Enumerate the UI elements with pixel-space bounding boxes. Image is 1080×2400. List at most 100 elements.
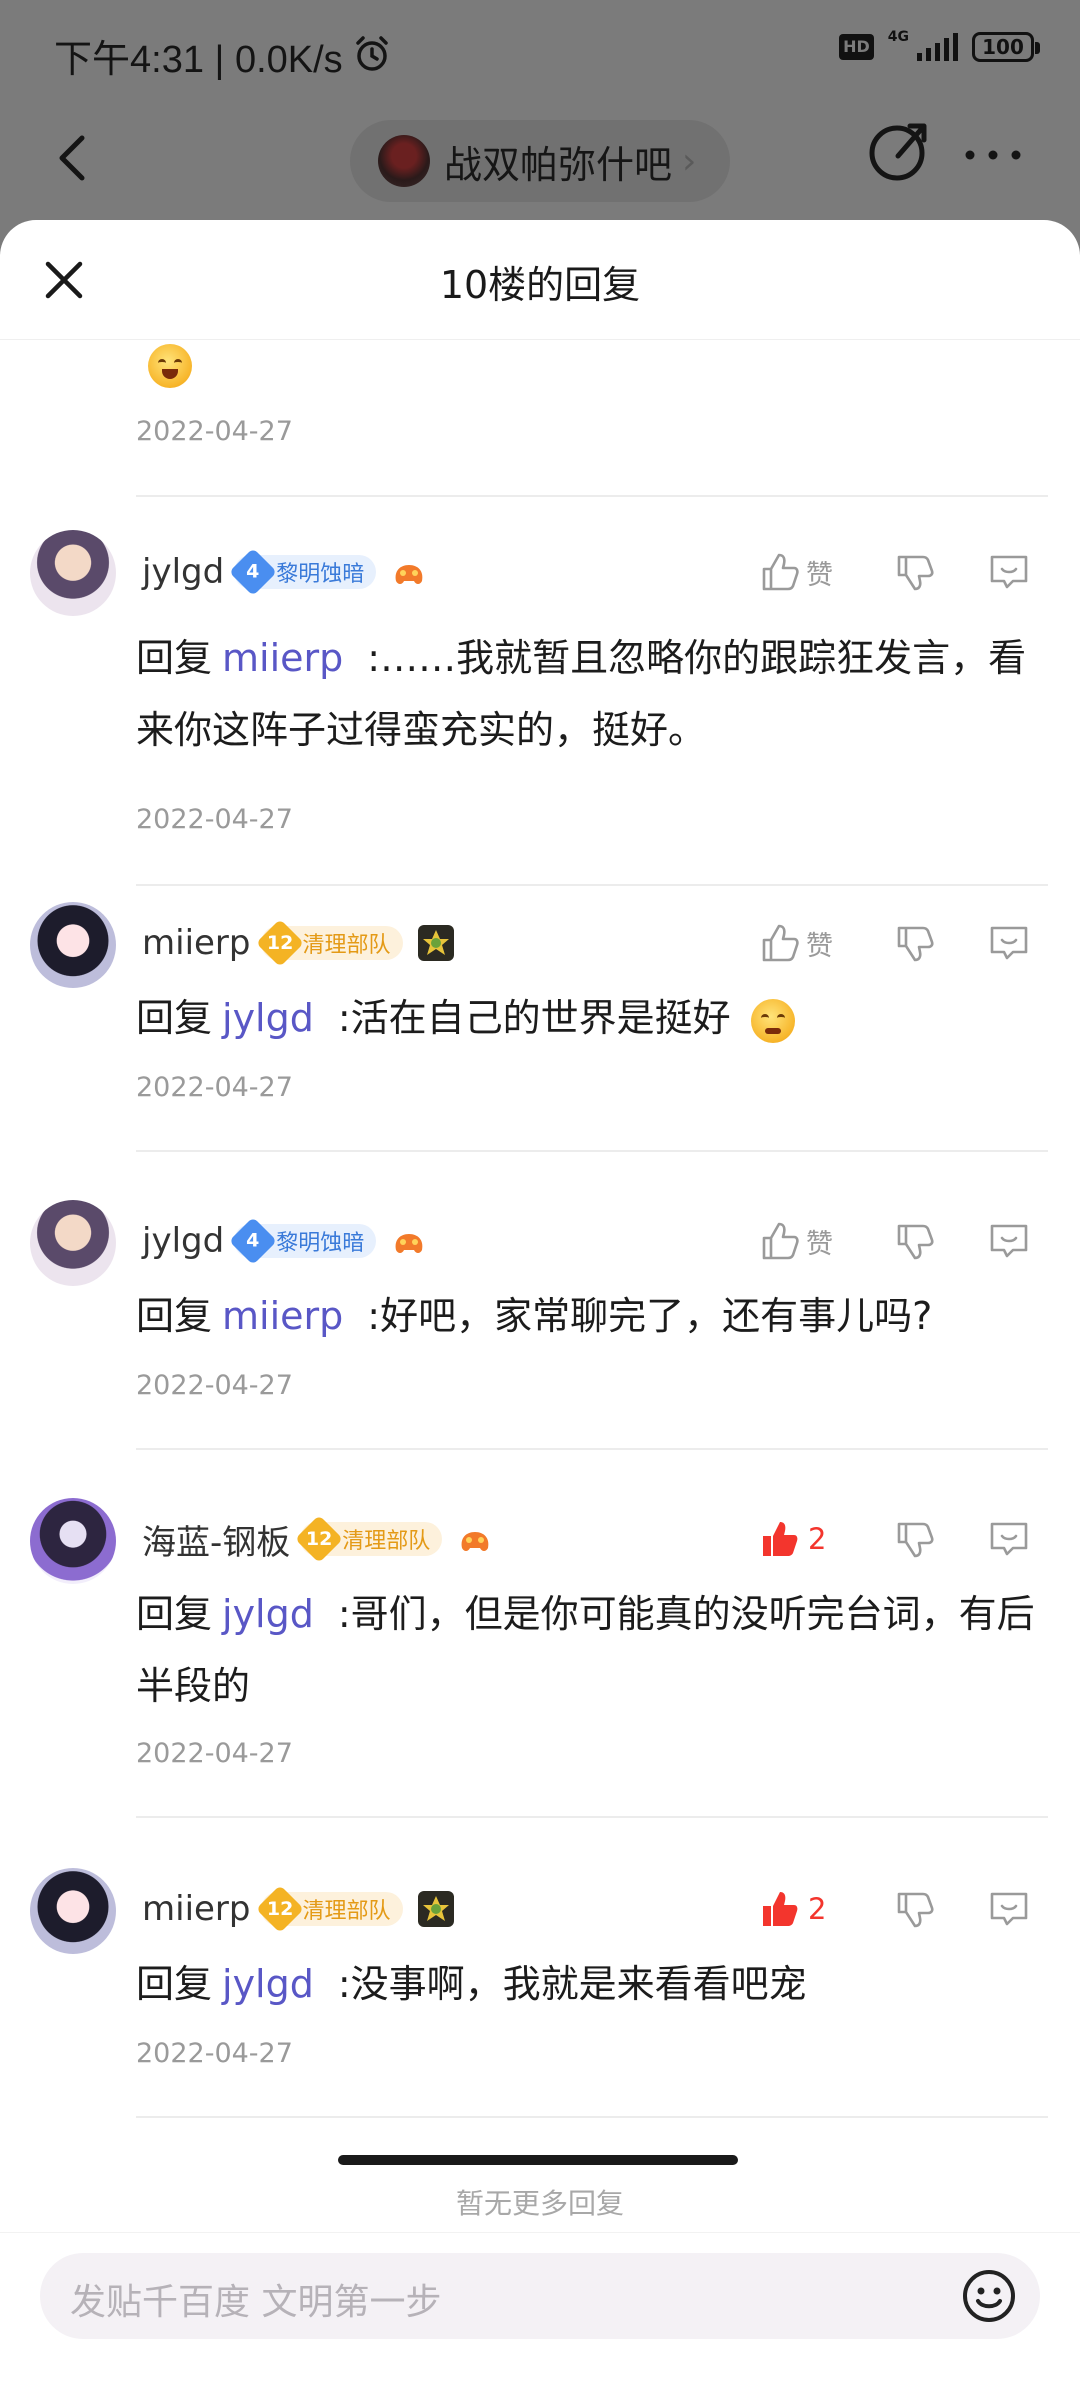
grin-emoji-icon: [148, 344, 192, 388]
thumb-down-icon[interactable]: [890, 1514, 940, 1564]
user-row: jylgd 4 黎明蚀暗: [142, 1216, 428, 1266]
replies-sheet: 10楼的回复 2022-04-27 jylgd 4 黎明蚀暗 赞 回复 miie…: [0, 220, 1080, 2400]
comment-icon[interactable]: [984, 1216, 1034, 1266]
status-bar: 下午4:31 | 0.0K/s HD 4G 100: [0, 0, 1080, 110]
reply-actions: 2: [760, 1884, 1034, 1934]
badge-title: 清理部队: [302, 933, 391, 958]
signal-icon: [917, 33, 958, 61]
mention-link[interactable]: jylgd: [222, 996, 314, 1040]
like-label: 赞: [806, 930, 833, 962]
controller-icon: [395, 565, 423, 584]
level-number: 4: [229, 1216, 278, 1266]
thumb-down-icon[interactable]: [890, 1884, 940, 1934]
reply-text[interactable]: 回复 miierp:……我就暂且忽略你的跟踪狂发言，看来你这阵子过得蛮充实的，挺好…: [136, 622, 1036, 766]
thumb-up-icon: [762, 553, 799, 591]
username[interactable]: jylgd: [142, 1221, 224, 1261]
home-indicator: [338, 2155, 738, 2165]
like-button[interactable]: 赞: [760, 1220, 890, 1262]
level-number: 12: [255, 918, 304, 968]
reply-content: :好吧，家常聊完了，还有事儿吗?: [367, 1294, 933, 1338]
divider: [136, 495, 1048, 497]
username[interactable]: 海蓝-钢板: [142, 1515, 290, 1564]
reply-date: 2022-04-27: [136, 1738, 293, 1769]
smile-icon[interactable]: [960, 2267, 1018, 2325]
thinking-emoji-icon: [750, 998, 795, 1043]
level-badge[interactable]: 12 清理部队: [255, 918, 403, 968]
like-count: 2: [808, 1892, 827, 1926]
level-badge[interactable]: 4 黎明蚀暗: [229, 547, 377, 597]
sheet-title: 10楼的回复: [439, 263, 641, 307]
thumb-up-filled-icon: [763, 1522, 798, 1556]
like-label: 赞: [806, 1228, 833, 1260]
status-indicators: HD 4G 100: [839, 29, 1040, 62]
divider: [136, 1150, 1048, 1152]
reply-date: 2022-04-27: [136, 1072, 293, 1103]
thumb-down-icon[interactable]: [890, 547, 940, 597]
network-label: 4G: [887, 29, 909, 45]
like-button[interactable]: 赞: [760, 551, 890, 593]
reply-input[interactable]: 发贴千百度 文明第一步: [40, 2253, 1040, 2339]
thumb-up-icon: [762, 1222, 799, 1260]
reply-prefix: 回复: [136, 1294, 213, 1338]
reply-prefix: 回复: [136, 636, 213, 680]
mention-link[interactable]: miierp: [222, 1294, 343, 1338]
badge-title: 清理部队: [302, 1899, 391, 1924]
divider: [136, 1816, 1048, 1818]
post-top-nav: 战双帕弥什吧 ›: [0, 110, 1080, 220]
battery-icon: 100: [972, 32, 1040, 62]
avatar[interactable]: [30, 1200, 116, 1286]
level-badge[interactable]: 4 黎明蚀暗: [229, 1216, 377, 1266]
chevron-right-icon: ›: [682, 140, 697, 182]
forum-chip[interactable]: 战双帕弥什吧 ›: [350, 120, 730, 202]
avatar[interactable]: [30, 1498, 116, 1584]
thumb-up-filled-icon: [763, 1892, 798, 1926]
mention-link[interactable]: jylgd: [222, 1962, 314, 2006]
avatar[interactable]: [30, 1868, 116, 1954]
forum-name: 战双帕弥什吧: [444, 142, 673, 187]
reply-date: 2022-04-27: [136, 804, 293, 835]
share-icon[interactable]: [866, 120, 932, 186]
reply-date: 2022-04-27: [136, 1370, 293, 1401]
forum-avatar: [378, 135, 430, 187]
divider: [136, 1448, 1048, 1450]
more-icon[interactable]: [960, 140, 1026, 170]
like-button[interactable]: 赞: [760, 922, 890, 964]
reply-content: :没事啊，我就是来看看吧宠: [337, 1962, 807, 2006]
reply-text[interactable]: 回复 jylgd:活在自己的世界是挺好: [136, 982, 1036, 1054]
comment-icon[interactable]: [984, 918, 1034, 968]
mention-link[interactable]: jylgd: [222, 1592, 314, 1636]
chevron-left-icon[interactable]: [44, 128, 104, 188]
user-row: jylgd 4 黎明蚀暗: [142, 547, 428, 597]
thumb-down-icon[interactable]: [890, 1216, 940, 1266]
like-button[interactable]: 2: [760, 1888, 890, 1930]
reply-text[interactable]: 回复 jylgd:哥们，但是你可能真的没听完台词，有后半段的: [136, 1578, 1036, 1722]
reply-prefix: 回复: [136, 996, 213, 1040]
mention-link[interactable]: miierp: [222, 636, 343, 680]
reply-input-bar: 发贴千百度 文明第一步: [0, 2232, 1080, 2400]
username[interactable]: jylgd: [142, 552, 224, 592]
avatar[interactable]: [30, 530, 116, 616]
username[interactable]: miierp: [142, 923, 251, 963]
comment-icon[interactable]: [984, 1514, 1034, 1564]
sheet-header: 10楼的回复: [0, 220, 1080, 340]
reply-actions: 赞: [760, 1216, 1034, 1266]
comment-icon[interactable]: [984, 1884, 1034, 1934]
avatar[interactable]: [30, 902, 116, 988]
thumb-up-icon: [762, 924, 799, 962]
controller-icon: [395, 1234, 423, 1253]
level-badge[interactable]: 12 清理部队: [295, 1514, 443, 1564]
reply-prefix: 回复: [136, 1962, 213, 2006]
reply-prefix: 回复: [136, 1592, 213, 1636]
like-button[interactable]: 2: [760, 1518, 890, 1560]
thumb-down-icon[interactable]: [890, 918, 940, 968]
reply-text[interactable]: 回复 jylgd :没事啊，我就是来看看吧宠: [136, 1948, 1036, 2020]
divider: [136, 2116, 1048, 2118]
user-row: miierp 12 清理部队: [142, 918, 455, 968]
level-badge[interactable]: 12 清理部队: [255, 1884, 403, 1934]
status-time: 下午4:31 | 0.0K/s: [54, 39, 343, 81]
reply-text[interactable]: 回复 miierp :好吧，家常聊完了，还有事儿吗?: [136, 1280, 1036, 1352]
input-placeholder: 发贴千百度 文明第一步: [70, 2282, 442, 2323]
username[interactable]: miierp: [142, 1889, 251, 1929]
comment-icon[interactable]: [984, 547, 1034, 597]
alarm-icon: [356, 36, 388, 71]
